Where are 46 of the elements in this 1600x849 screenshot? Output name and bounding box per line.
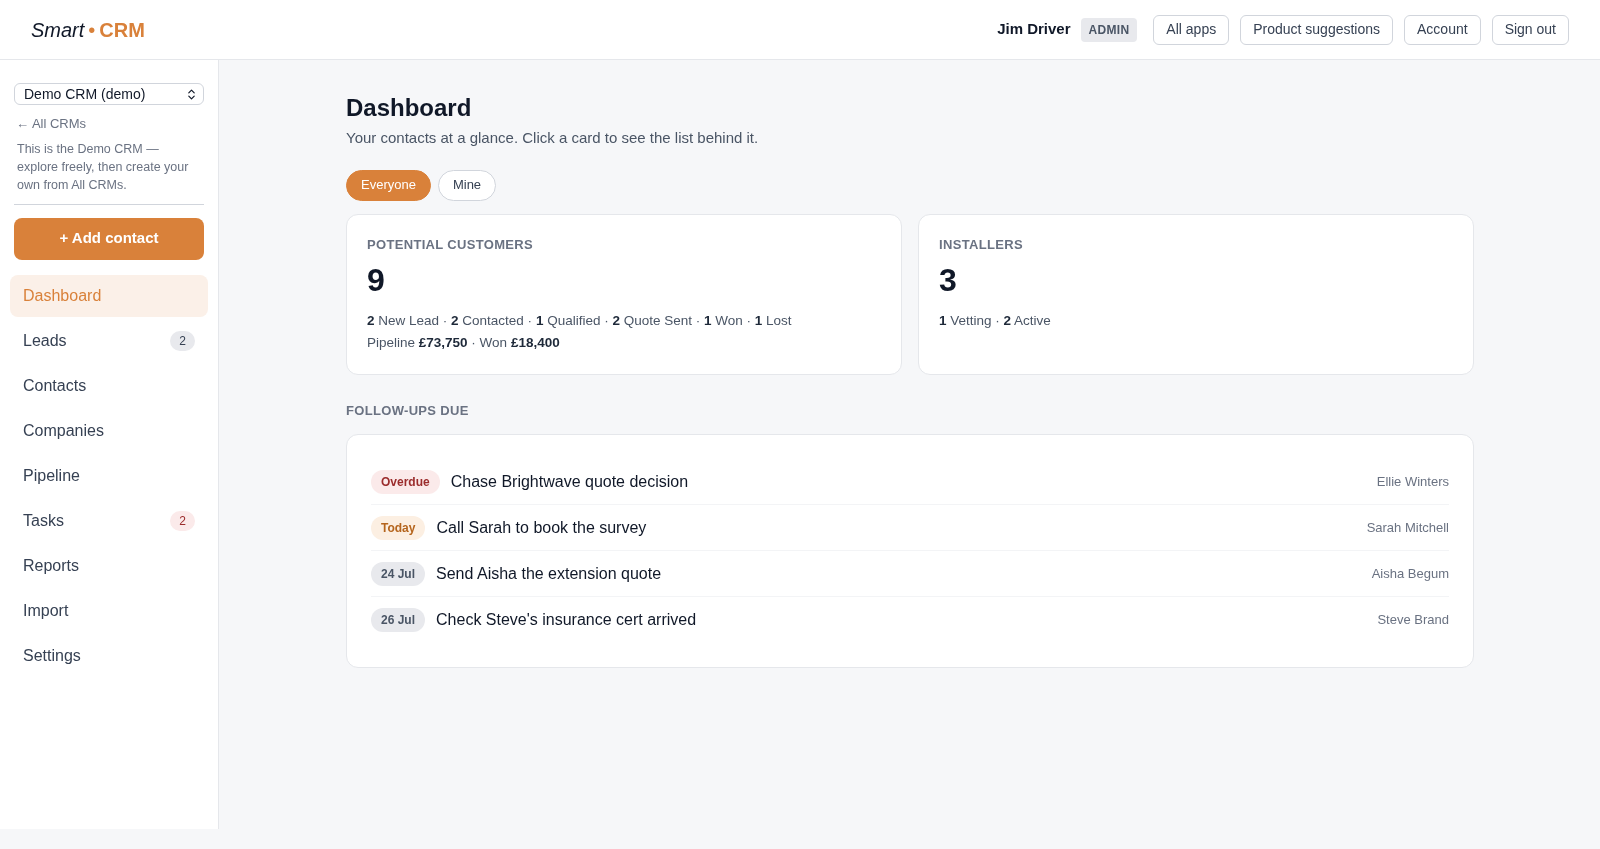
all-crms-link[interactable]: ← All CRMs bbox=[16, 114, 202, 134]
contact-name: Sarah Mitchell bbox=[1366, 518, 1449, 537]
filter-pill[interactable]: Mine bbox=[437, 169, 497, 201]
chevron-updown-icon bbox=[185, 87, 198, 101]
nav-item[interactable]: Settings bbox=[10, 634, 208, 677]
nav-item[interactable]: Tasks 2 bbox=[10, 499, 208, 542]
task-title[interactable]: Chase Brightwave quote decision bbox=[450, 469, 689, 494]
due-badge: 24 Jul bbox=[371, 561, 426, 586]
summary-card[interactable]: POTENTIAL CUSTOMERS 9 2 New Lead · 2 Contacted · 1 Qualified · 2 Quote Sent · 1 Won · 1 Lost Pipeline £73,750 · Won £18,400 bbox=[346, 213, 902, 375]
count-badge: 2 bbox=[170, 330, 195, 351]
section-heading: FOLLOW-UPS DUE bbox=[346, 401, 470, 420]
due-badge: Overdue bbox=[371, 469, 440, 494]
contact-name: Aisha Begum bbox=[1371, 564, 1449, 583]
app-logo[interactable]: Smart • CRM bbox=[31, 14, 145, 45]
user-name: Jim Driver bbox=[997, 19, 1071, 40]
due-badge: 26 Jul bbox=[371, 608, 426, 632]
card-summary: 2 New Lead · 2 Contacted · 1 Qualified · 2 Quote Sent · 1 Won · 1 Lost bbox=[367, 312, 793, 330]
header-button[interactable]: Product suggestions bbox=[1240, 14, 1394, 45]
card-count: 9 bbox=[367, 261, 386, 300]
contact-name: Ellie Winters bbox=[1376, 472, 1449, 491]
contact-name: Steve Brand bbox=[1377, 611, 1449, 630]
due-badge: Today bbox=[371, 515, 426, 540]
card-count: 3 bbox=[939, 261, 958, 300]
nav-item[interactable]: Pipeline bbox=[10, 454, 208, 497]
summary-card[interactable]: INSTALLERS 3 1 Vetting · 2 Active bbox=[918, 213, 1474, 375]
task-title[interactable]: Send Aisha the extension quote bbox=[436, 561, 662, 586]
card-title: POTENTIAL CUSTOMERS bbox=[367, 235, 535, 254]
header-button[interactable]: All apps bbox=[1153, 14, 1230, 45]
task-title[interactable]: Check Steve's insurance cert arrived bbox=[436, 608, 697, 632]
role-badge: ADMIN bbox=[1080, 17, 1138, 42]
nav-item[interactable]: Contacts bbox=[10, 364, 208, 407]
card-title: INSTALLERS bbox=[939, 235, 1024, 254]
nav-item[interactable]: Companies bbox=[10, 409, 208, 452]
card-summary: 1 Vetting · 2 Active bbox=[939, 312, 1052, 330]
page-title: Dashboard bbox=[346, 93, 473, 123]
header-button[interactable]: Sign out bbox=[1491, 14, 1569, 45]
demo-note: This is the Demo CRM — explore freely, then create your own from All CRMs. bbox=[17, 140, 190, 194]
nav-item[interactable]: Reports bbox=[10, 544, 208, 587]
card-summary: Pipeline £73,750 · Won £18,400 bbox=[367, 334, 561, 352]
page-subtitle: Your contacts at a glance. Click a card to see the list behind it. bbox=[346, 128, 760, 148]
count-badge: 2 bbox=[170, 510, 195, 531]
crm-select[interactable]: Demo CRM (demo) bbox=[14, 83, 204, 105]
task-title[interactable]: Call Sarah to book the survey bbox=[436, 515, 647, 540]
nav-item[interactable]: Import bbox=[10, 589, 208, 632]
nav-item[interactable]: Leads 2 bbox=[10, 319, 208, 362]
header-button[interactable]: Account bbox=[1404, 14, 1481, 45]
